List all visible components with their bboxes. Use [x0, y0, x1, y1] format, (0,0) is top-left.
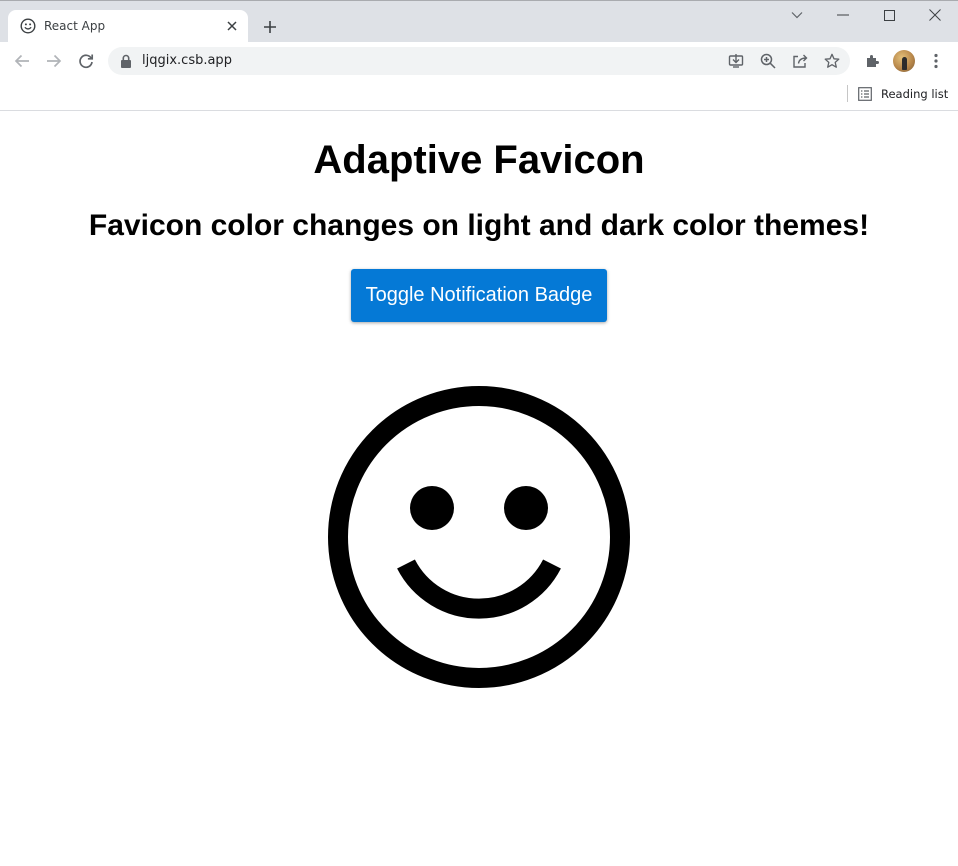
page-title: Adaptive Favicon — [313, 138, 645, 182]
browser-toolbar: ljqgix.csb.app — [0, 42, 958, 80]
toggle-notification-badge-button[interactable]: Toggle Notification Badge — [351, 269, 607, 322]
tab-strip: React App — [0, 0, 958, 44]
forward-arrow-icon[interactable] — [41, 48, 67, 74]
install-icon[interactable] — [725, 50, 747, 72]
bookmarks-bar: Reading list — [0, 80, 958, 111]
smiley-face-icon — [328, 386, 630, 688]
url-text[interactable]: ljqgix.csb.app — [142, 53, 232, 68]
address-bar[interactable]: ljqgix.csb.app — [108, 47, 850, 75]
reading-list-icon — [858, 87, 872, 101]
smiley-icon — [20, 18, 36, 34]
page-subtitle: Favicon color changes on light and dark … — [88, 209, 870, 242]
browser-tab[interactable]: React App — [8, 10, 248, 44]
share-icon[interactable] — [789, 50, 811, 72]
kebab-menu-icon[interactable] — [925, 50, 947, 72]
avatar[interactable] — [893, 50, 915, 72]
zoom-icon[interactable] — [757, 50, 779, 72]
plus-icon[interactable] — [258, 15, 282, 39]
bookmarks-divider — [847, 85, 848, 102]
close-icon[interactable] — [224, 18, 240, 34]
tab-title: React App — [44, 19, 106, 33]
chevron-down-icon[interactable] — [785, 5, 809, 25]
lock-icon — [121, 54, 131, 68]
puzzle-icon[interactable] — [861, 50, 883, 72]
maximize-icon[interactable] — [877, 5, 901, 25]
close-window-icon[interactable] — [923, 5, 947, 25]
reading-list-label: Reading list — [881, 87, 949, 101]
minimize-icon[interactable] — [831, 5, 855, 25]
star-icon[interactable] — [821, 50, 843, 72]
back-arrow-icon[interactable] — [9, 48, 35, 74]
reading-list-button[interactable]: Reading list — [858, 84, 948, 104]
page-content: Adaptive Favicon Favicon color changes o… — [0, 112, 958, 866]
reload-icon[interactable] — [73, 48, 99, 74]
